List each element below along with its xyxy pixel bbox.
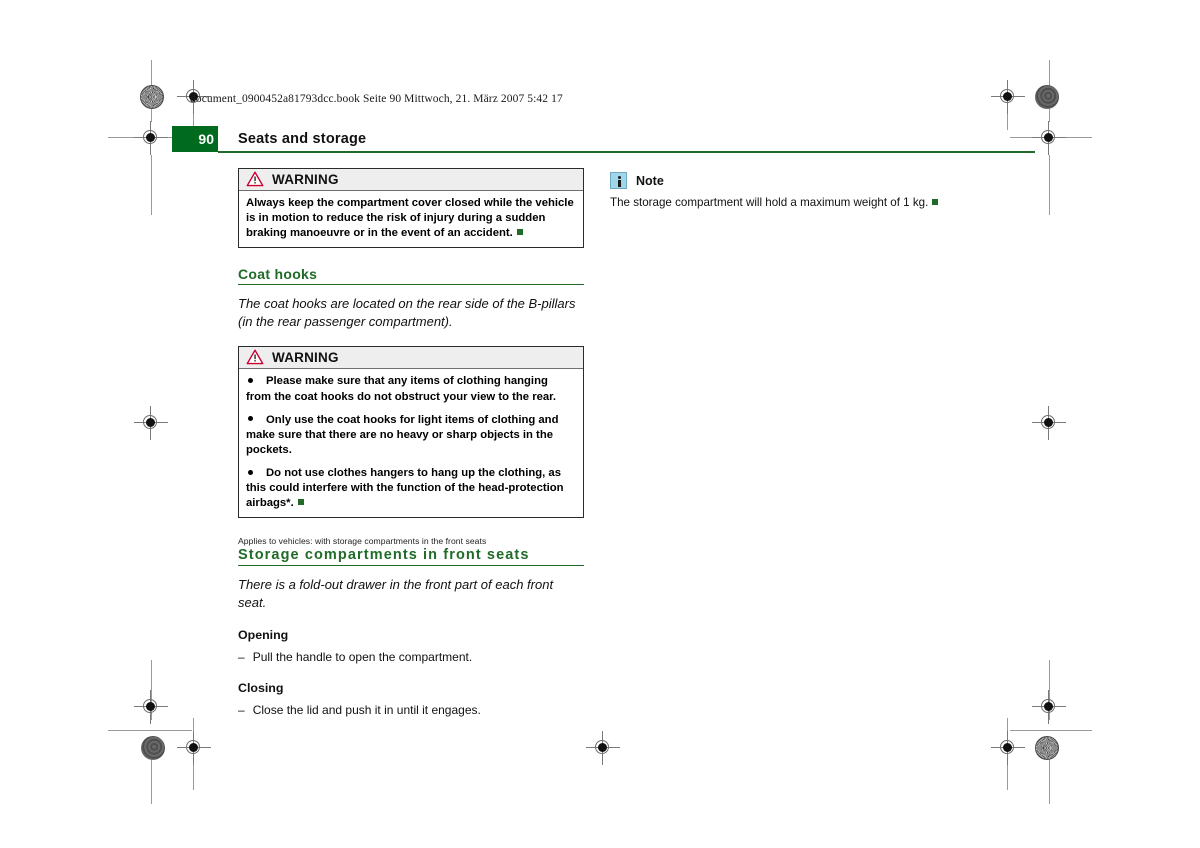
- registration-blob: [141, 736, 165, 760]
- registration-crosshair: [586, 731, 620, 765]
- bullet-icon: [248, 416, 253, 422]
- warning-header: WARNING: [239, 169, 583, 191]
- registration-crosshair: [177, 731, 211, 765]
- warning-box-coat-hooks: WARNING Please make sure that any items …: [238, 346, 584, 519]
- right-column: Note The storage compartment will hold a…: [610, 172, 960, 211]
- page-title: Seats and storage: [238, 131, 367, 147]
- bullet-icon: [248, 469, 253, 475]
- end-of-section-marker: [932, 199, 939, 205]
- note-header: Note: [610, 172, 960, 189]
- bullet-icon: [248, 377, 253, 383]
- warning-header: WARNING: [239, 347, 583, 370]
- applies-to-note: Applies to vehicles: with storage compar…: [238, 536, 487, 547]
- running-header: document_0900452a81793dcc.book Seite 90 …: [190, 93, 563, 105]
- page-number-block: 90: [172, 126, 218, 152]
- registration-crosshair: [1032, 121, 1066, 155]
- end-of-section-marker: [297, 499, 304, 506]
- warning-label: WARNING: [272, 349, 339, 365]
- opening-step-text: Pull the handle to open the compartment.: [252, 649, 473, 664]
- section-heading-coat-hooks: Coat hooks: [238, 266, 584, 286]
- closing-step-text: Close the lid and push it in until it en…: [252, 702, 481, 717]
- crop-line: [151, 155, 152, 215]
- warning-bullet-text: Only use the coat hooks for light items …: [246, 413, 559, 456]
- warning-box-compartment-cover: WARNING Always keep the compartment cove…: [238, 168, 584, 249]
- dash-marker: –: [238, 702, 245, 717]
- warning-bullet-text: Please make sure that any items of cloth…: [246, 375, 557, 403]
- registration-crosshair: [991, 80, 1025, 114]
- info-icon: [610, 172, 627, 189]
- dash-marker: –: [238, 649, 245, 664]
- end-of-section-marker: [516, 229, 523, 236]
- registration-crosshair: [991, 731, 1025, 765]
- manual-page: document_0900452a81793dcc.book Seite 90 …: [0, 0, 1200, 848]
- warning-body: Please make sure that any items of cloth…: [239, 369, 583, 517]
- registration-crosshair: [134, 690, 168, 724]
- warning-paragraph: Always keep the compartment cover closed…: [246, 196, 575, 241]
- warning-bullet: Only use the coat hooks for light items …: [246, 413, 575, 458]
- note-label: Note: [636, 173, 664, 188]
- warning-label: WARNING: [272, 171, 339, 187]
- page-number: 90: [198, 131, 214, 147]
- warning-bullet: Please make sure that any items of cloth…: [246, 374, 575, 404]
- sub-heading-opening: Opening: [238, 627, 289, 642]
- registration-crosshair: [134, 121, 168, 155]
- sub-heading-closing: Closing: [238, 680, 284, 695]
- warning-triangle-icon: [246, 171, 264, 187]
- coat-hooks-intro: The coat hooks are located on the rear s…: [238, 296, 576, 329]
- registration-rosette: [140, 85, 164, 109]
- registration-crosshair: [1032, 690, 1066, 724]
- opening-step: – Pull the handle to open the compartmen…: [238, 649, 584, 665]
- storage-intro: There is a fold-out drawer in the front …: [238, 577, 554, 611]
- note-body-text: The storage compartment will hold a maxi…: [610, 196, 929, 209]
- crop-line: [1049, 155, 1050, 215]
- header-rule: [218, 151, 1035, 153]
- warning-bullet: Do not use clothes hangers to hang up th…: [246, 466, 575, 511]
- registration-rosette: [1035, 736, 1059, 760]
- warning-paragraph-text: Always keep the compartment cover closed…: [246, 197, 574, 240]
- warning-triangle-icon: [246, 350, 264, 365]
- section-heading-storage-compartments: Storage compartments in front seats: [238, 547, 584, 567]
- registration-crosshair: [1032, 406, 1066, 440]
- registration-crosshair: [134, 406, 168, 440]
- warning-bullet-text: Do not use clothes hangers to hang up th…: [246, 467, 564, 510]
- closing-step: – Close the lid and push it in until it …: [238, 702, 584, 718]
- warning-body: Always keep the compartment cover closed…: [239, 191, 583, 247]
- note-body: The storage compartment will hold a maxi…: [610, 195, 960, 211]
- left-column: WARNING Always keep the compartment cove…: [238, 168, 584, 734]
- registration-blob: [1035, 85, 1059, 109]
